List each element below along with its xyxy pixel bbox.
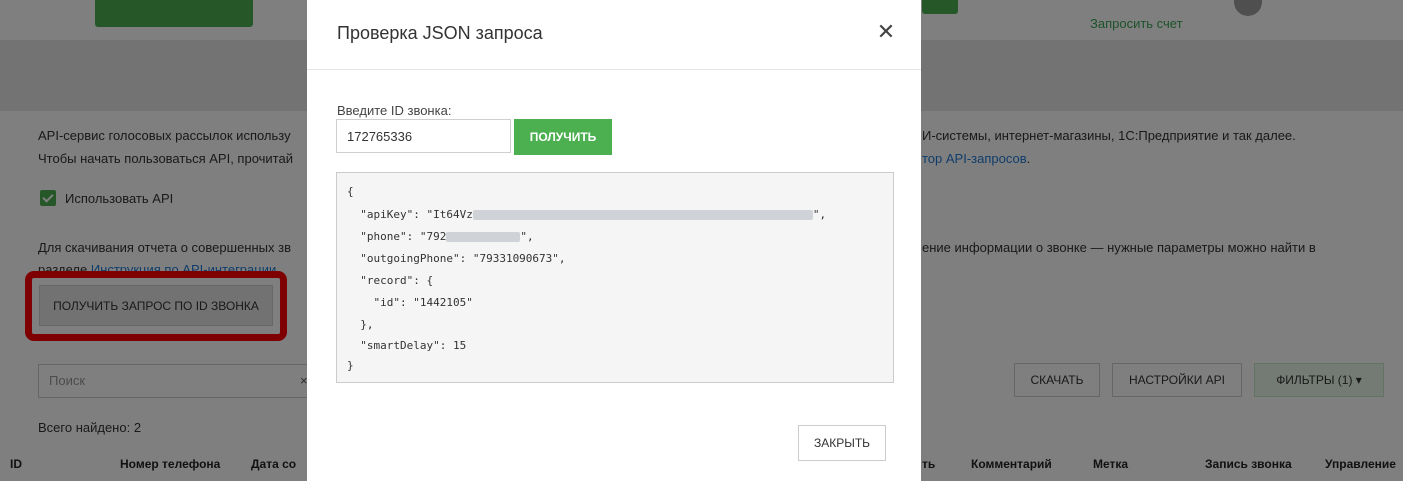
get-button[interactable]: Получить (514, 119, 612, 155)
json-line-apikey: "apiKey": "It64Vz ", (347, 208, 827, 221)
json-line-phone: "phone": "792 ", (347, 230, 534, 243)
json-check-modal: Проверка JSON запроса ✕ Введите ID звонк… (307, 0, 921, 481)
close-icon[interactable]: ✕ (874, 20, 898, 44)
json-line-record-close: }, (347, 318, 374, 331)
modal-header: Проверка JSON запроса ✕ (307, 0, 921, 70)
json-line-record-open: "record": { (347, 274, 434, 287)
json-line-1: { (347, 185, 354, 198)
call-id-label: Введите ID звонка: (337, 103, 452, 118)
json-line-outgoing-phone: "outgoingPhone": "79331090673", (347, 252, 566, 265)
json-line-smart-delay: "smartDelay": 15 (347, 339, 467, 352)
json-preview: { "apiKey": "It64Vz ", "phone": "792 ", "o… (336, 172, 894, 383)
close-button[interactable]: Закрыть (798, 425, 886, 461)
call-id-input[interactable] (336, 119, 511, 153)
json-line-end: } (347, 359, 354, 372)
json-line-record-id: "id": "1442105" (347, 296, 473, 309)
redacted-apikey (472, 210, 813, 220)
redacted-phone (446, 232, 521, 242)
modal-title: Проверка JSON запроса (337, 23, 543, 43)
